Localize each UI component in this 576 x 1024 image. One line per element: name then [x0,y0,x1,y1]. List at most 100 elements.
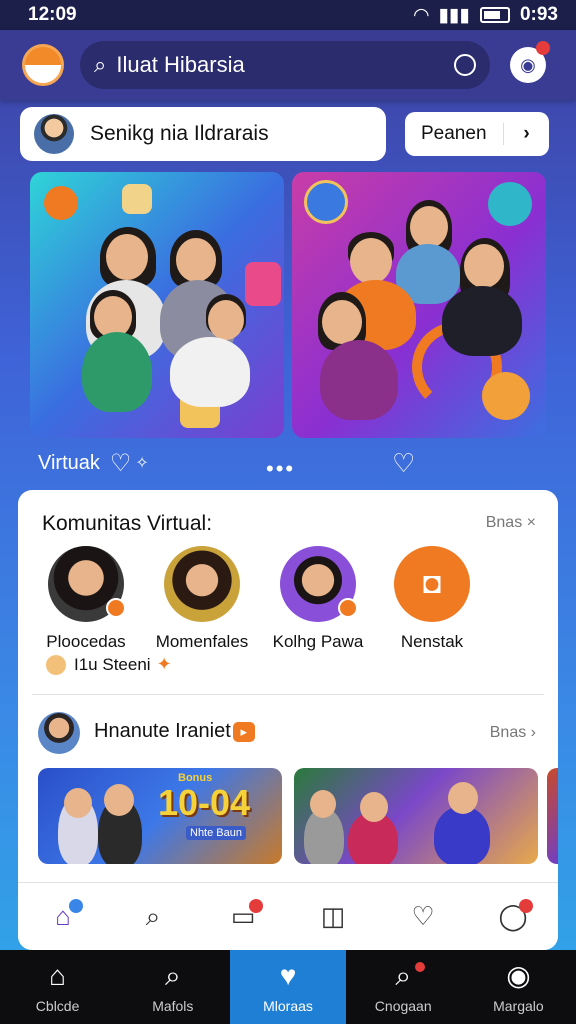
nav-item-profile[interactable]: ◉ Margalo [461,950,576,1024]
content-panel: Komunitas Virtual: Bnas × Ploocedas Mome… [18,490,558,950]
nav-item-chat[interactable]: ⌕ Cnogaan [346,950,461,1024]
member-name: Nenstak [400,632,464,651]
nav-label: Margalo [493,998,544,1014]
community-member[interactable]: ◘ Nenstak [372,546,492,652]
chevron-right-icon[interactable]: › [503,123,549,145]
nav-label: Cnogaan [374,998,432,1014]
nav-item-favorites[interactable]: ♥ Mloraas [230,950,346,1024]
voice-icon[interactable] [454,54,476,76]
nav-item-search[interactable]: ⌕ Mafols [115,950,230,1024]
community-member[interactable]: Kolhg Pawa [258,546,378,652]
person-face [410,206,448,248]
bag-icon: ◘ [394,546,470,622]
profile-icon: ◉ [506,960,531,991]
thumb-subtext: Nhte Baun [186,826,246,840]
like-heart-icon[interactable]: ♡ [110,449,132,478]
person-face [360,792,388,822]
person-face [176,238,216,282]
person-face [448,782,478,814]
search-icon: ⌕ [164,960,181,991]
paw-icon: ✦ [156,654,172,674]
notification-badge [536,41,550,55]
community-member[interactable]: Ploocedas [26,546,146,652]
tab-badge [249,898,263,913]
featured-card-image-2[interactable] [292,172,546,438]
tab-badge [69,898,83,913]
featured-card-meta-1: Virtuak ♡ ✧ [38,448,149,478]
community-title: Komunitas Virtual: [42,512,213,535]
person-face [464,244,504,288]
decor-shape [245,262,281,306]
member-avatar [280,546,358,622]
search-input[interactable]: Iluat Hibarsia [116,52,454,78]
sparkle-icon: ✧ [135,455,149,472]
status-icons: ◠ ▮▮▮ 0:93 [414,4,558,27]
person-face [208,300,244,340]
bag-icon[interactable]: ◫ [313,897,353,937]
heart-icon[interactable]: ♡ [403,897,443,937]
member-name: Ploocedas [46,632,126,651]
decor-shape [488,182,532,226]
person-face [104,784,134,816]
emoji-face-icon [46,654,66,675]
person-face [322,300,362,344]
featured-section-title: Hnanute Iraniet ▸ [94,720,255,743]
like-heart-icon[interactable]: ♡ [392,448,415,479]
inner-tab-bar: ⌂ ⌕ ▭ ◫ ♡ ◯ [18,882,558,950]
pager-dots[interactable]: ••• [266,456,295,482]
decor-shape [122,184,152,214]
person-body [442,286,522,356]
chat-icon[interactable]: ▭ [223,897,263,937]
person-body [320,340,398,420]
user-avatar [34,114,74,154]
greeting-card[interactable]: Senikg nia Ildrarais [20,107,386,161]
greeting-text: Senikg nia Ildrarais [90,122,269,145]
featured-see-all-link[interactable]: Bnas › [490,724,536,742]
person-body [434,806,490,864]
home-icon[interactable]: ⌂ [43,897,83,937]
divider [32,694,544,695]
signal-icon: ▮▮▮ [438,4,470,26]
pill-button[interactable]: Peanen › [405,112,549,156]
person-face [310,790,336,818]
search-icon[interactable]: ⌕ [133,897,173,937]
app-logo[interactable] [22,44,64,86]
person-body [82,332,152,412]
app-bar: ⌕ Iluat Hibarsia ◉ [0,30,576,100]
member-name: Kolhg Pawa [272,632,364,651]
community-see-all-link[interactable]: Bnas × [486,514,536,532]
member-name: Momenfales [155,632,249,651]
member-badge [338,598,358,618]
featured-badge-icon: ▸ [232,721,255,742]
featured-card-label: Virtuak [38,451,100,474]
nav-label: Mafols [152,998,194,1014]
featured-thumb[interactable]: Bonus 10-04 Nhte Baun [38,768,282,864]
search-icon: ⌕ [94,52,107,77]
decor-shape [44,186,78,220]
pill-label: Peanen [421,123,487,144]
nav-item-home[interactable]: ⌂ Cblcde [0,950,115,1024]
featured-card-image-1[interactable] [30,172,284,438]
member-badge [106,598,126,618]
featured-thumb[interactable] [294,768,538,864]
search-bar[interactable]: ⌕ Iluat Hibarsia [80,41,490,89]
featured-thumb[interactable] [547,768,558,864]
person-body [170,337,250,407]
community-member[interactable]: Momenfales [142,546,262,652]
notification-icon: ◉ [520,54,536,75]
decor-shape [304,180,348,224]
thumb-headline: 10-04 [158,782,251,823]
profile-icon[interactable]: ◯ [493,897,533,937]
community-sub-row: I1u Steeni ✦ [46,654,172,675]
chat-search-icon: ⌕ [395,960,412,991]
notification-button[interactable]: ◉ [510,41,550,83]
decor-shape [482,372,530,420]
status-time: 12:09 [28,4,77,25]
status-clock-right: 0:93 [519,4,558,25]
tab-badge [519,898,533,913]
community-sub-text: I1u Steeni [74,654,151,674]
nav-badge [414,962,425,972]
battery-icon [479,7,510,23]
person-face [64,788,92,818]
member-avatar [48,546,126,622]
